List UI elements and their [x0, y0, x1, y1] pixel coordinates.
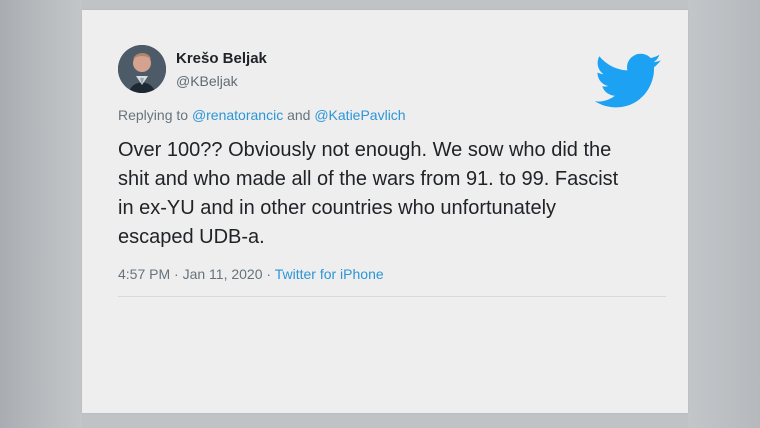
reply-separator: and: [287, 107, 311, 123]
profile-avatar[interactable]: [118, 45, 166, 93]
tweet-text-line: in ex-YU and in other countries who unfo…: [118, 197, 557, 219]
reply-mention-link-2[interactable]: @KatiePavlich: [314, 107, 405, 123]
tweet-text-line: Over 100?? Obviously not enough. We sow …: [118, 139, 612, 161]
reply-mention-link-1[interactable]: @renatorancic: [192, 107, 283, 123]
tweet-divider: [118, 296, 666, 297]
avatar-image: [118, 45, 166, 93]
tweet-text-line: shit and who made all of the wars from 9…: [118, 168, 619, 190]
tweet-meta: 4:57 PM · Jan 11, 2020 · Twitter for iPh…: [118, 266, 384, 282]
tweet-timestamp[interactable]: 4:57 PM · Jan 11, 2020 ·: [118, 266, 271, 282]
reply-context: Replying to @renatorancic and @KatiePavl…: [118, 107, 406, 123]
author-name[interactable]: Krešo Beljak: [176, 50, 267, 67]
left-background-frame: [0, 0, 82, 428]
tweet-text: Over 100?? Obviously not enough. We sow …: [118, 136, 678, 252]
tweet-source-link[interactable]: Twitter for iPhone: [275, 266, 384, 282]
right-background-frame: [688, 0, 760, 428]
twitter-bird-icon: [594, 53, 662, 108]
tweet-text-line: escaped UDB-a.: [118, 226, 265, 248]
reply-prefix: Replying to: [118, 107, 189, 123]
author-handle[interactable]: @KBeljak: [176, 73, 238, 89]
